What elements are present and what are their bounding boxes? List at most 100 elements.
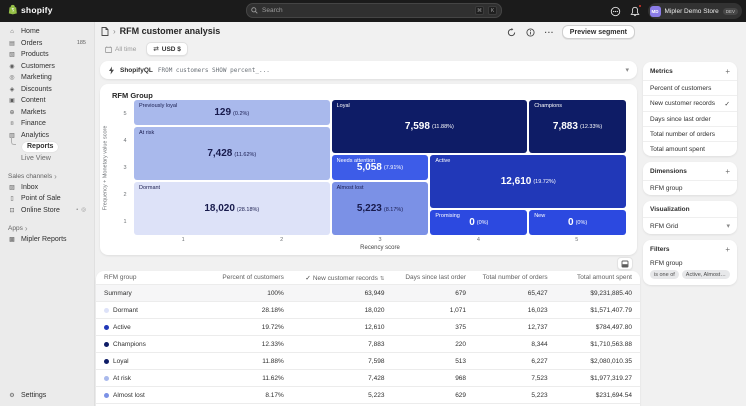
x-tick: 3 [331, 237, 429, 243]
sidebar-item-inbox[interactable]: ▨Inbox [0, 182, 94, 194]
treemap-block-dormant[interactable]: Dormant18,020(28.18%) [134, 182, 330, 235]
search-input[interactable]: Search ⌘ K [246, 3, 502, 18]
table-row-at-risk[interactable]: At risk11.62%7,4289687,523$1,977,319.27 [96, 370, 640, 387]
info-icon[interactable] [524, 26, 537, 39]
store-menu[interactable]: MD Mipler Demo Store DEV [648, 3, 742, 19]
table-row-almost-lost[interactable]: Almost lost8.17%5,2236295,223$231,694.54 [96, 387, 640, 404]
date-range-filter[interactable]: All time [101, 44, 140, 55]
filter-pills: is one of Active, Almost lost, A... [643, 270, 737, 285]
block-value-group: 5,058(7.91%) [332, 155, 429, 180]
block-percent: (7.91%) [384, 165, 403, 171]
shopifyql-label: ShopifyQL [120, 67, 153, 74]
mipler-reports-icon: ▩ [8, 236, 16, 243]
row-label: Champions [113, 341, 146, 348]
table-row-active[interactable]: Active19.72%12,61037512,737$784,497.80 [96, 319, 640, 336]
shopify-logo[interactable]: shopify [8, 4, 53, 15]
sidebar-sales-nav: ▨Inbox▯Point of Sale⊡Online Store•◎ [0, 182, 94, 217]
visualization-card: Visualization RFM Grid ▾ [643, 201, 737, 234]
sidebar-item-markets[interactable]: ⊕Markets [0, 107, 94, 119]
metric-item-total-number-of-orders[interactable]: Total number of orders [643, 126, 737, 141]
column-header-days-since-last-order[interactable]: Days since last order [392, 274, 474, 281]
sidebar-item-label: Marketing [21, 74, 52, 81]
column-header-total-amount-spent[interactable]: Total amount spent [556, 274, 640, 281]
sidebar-item-marketing[interactable]: ◎Marketing [0, 72, 94, 84]
download-icon [621, 260, 629, 268]
block-percent: (8.17%) [384, 207, 403, 213]
treemap-block-promising[interactable]: Promising0(0%) [430, 210, 527, 235]
column-header-total-number-of-orders[interactable]: Total number of orders [474, 274, 556, 281]
sidebar-item-online-store[interactable]: ⊡Online Store•◎ [0, 205, 94, 217]
chat-icon[interactable] [610, 5, 622, 17]
chevron-down-icon[interactable]: ▾ [625, 66, 629, 74]
sidebar-item-products[interactable]: ▧Products [0, 49, 94, 61]
dimension-item-rfm-group[interactable]: RFM group [643, 180, 737, 195]
add-metric-button[interactable]: + [725, 67, 730, 76]
filters-header: Filters + [643, 240, 737, 258]
content-icon: ▣ [8, 97, 16, 104]
table-row-summary[interactable]: Summary100%63,94967965,427$9,231,885.40 [96, 285, 640, 302]
treemap-block-needs-attention[interactable]: Needs attention5,058(7.91%) [332, 155, 429, 180]
sidebar-item-reports[interactable]: Reports [0, 141, 94, 153]
group-color-dot [104, 308, 109, 313]
topbar-right: MD Mipler Demo Store DEV [610, 3, 742, 19]
treemap-block-previously-loyal[interactable]: Previously loyal129(0.2%) [134, 100, 330, 125]
currency-filter[interactable]: ⇄ USD $ [146, 42, 188, 56]
treemap-block-champions[interactable]: Champions7,883(12.33%) [529, 100, 626, 153]
y-axis-label: Frequency + Monetary value score [103, 101, 113, 236]
treemap-block-active[interactable]: Active12,610(19.72%) [430, 155, 626, 208]
export-table-button[interactable] [617, 257, 633, 270]
sidebar-item-content[interactable]: ▣Content [0, 95, 94, 107]
finance-icon: ¤ [8, 121, 16, 127]
visualization-select[interactable]: RFM Grid ▾ [643, 217, 737, 234]
metric-item-total-amount-spent[interactable]: Total amount spent [643, 141, 737, 156]
row-cell: 65,427 [474, 290, 556, 297]
treemap-block-almost-lost[interactable]: Almost lost5,223(8.17%) [332, 182, 429, 235]
shopifyql-bar[interactable]: ShopifyQL FROM customers SHOW percent_..… [100, 61, 637, 79]
calendar-icon [105, 46, 112, 53]
preview-segment-button[interactable]: Preview segment [562, 25, 635, 39]
treemap-block-at-risk[interactable]: At risk7,428(11.62%) [134, 127, 330, 180]
sidebar-item-home[interactable]: ⌂Home [0, 26, 94, 38]
sidebar-item-finance[interactable]: ¤Finance [0, 118, 94, 130]
main-content: › RFM customer analysis ··· Preview segm… [95, 22, 643, 406]
table-row-loyal[interactable]: Loyal11.88%7,5985136,227$2,080,010.35 [96, 353, 640, 370]
table-row-champions[interactable]: Champions12.33%7,8832208,344$1,710,563.8… [96, 336, 640, 353]
check-icon: ✓ [305, 275, 310, 282]
sidebar-section-sales-channels[interactable]: Sales channels › [0, 171, 94, 182]
sidebar-item-point-of-sale[interactable]: ▯Point of Sale [0, 193, 94, 205]
y-axis-ticks: 54321 [120, 100, 130, 235]
column-label: Days since last order [405, 274, 466, 281]
sidebar-item-live-view[interactable]: Live View [0, 153, 94, 164]
column-header-rfm-group[interactable]: RFM group [96, 274, 210, 281]
refresh-icon[interactable] [505, 26, 518, 39]
filters-title: Filters [650, 246, 670, 253]
metric-item-days-since-last-order[interactable]: Days since last order [643, 111, 737, 126]
row-cell: 16,023 [474, 307, 556, 314]
eye-icon[interactable]: ◎ [81, 207, 86, 213]
column-header-percent-of-customers[interactable]: Percent of customers [210, 274, 292, 281]
gear-icon: ⚙ [8, 392, 16, 399]
sort-icon[interactable]: ⇅ [380, 276, 385, 282]
treemap-block-loyal[interactable]: Loyal7,598(11.88%) [332, 100, 528, 153]
row-label: Summary [104, 290, 132, 297]
sidebar-item-customers[interactable]: ◉Customers [0, 61, 94, 73]
add-dimension-button[interactable]: + [725, 167, 730, 176]
metric-item-new-customer-records[interactable]: New customer records✓ [643, 95, 737, 111]
block-value-group: 7,598(11.88%) [332, 100, 528, 153]
sidebar-item-discounts[interactable]: ◈Discounts [0, 84, 94, 96]
filter-value-pill[interactable]: Active, Almost lost, A... [682, 270, 730, 279]
metric-item-percent-of-customers[interactable]: Percent of customers [643, 80, 737, 95]
filter-operator-pill[interactable]: is one of [650, 270, 679, 279]
notifications-bell-icon[interactable] [629, 5, 641, 17]
more-actions-icon[interactable]: ··· [543, 26, 556, 39]
sidebar-section-apps[interactable]: Apps › [0, 223, 94, 234]
sidebar-item-settings[interactable]: ⚙ Settings [0, 390, 94, 402]
column-label: New customer records [313, 275, 378, 282]
column-header-new-customer-records[interactable]: ✓New customer records⇅ [292, 274, 393, 282]
add-filter-button[interactable]: + [725, 245, 730, 254]
treemap-block-new[interactable]: New0(0%) [529, 210, 626, 235]
table-row-dormant[interactable]: Dormant28.18%18,0201,07116,023$1,571,407… [96, 302, 640, 319]
row-cell: 28.18% [210, 307, 292, 314]
sidebar-item-orders[interactable]: ▤Orders185 [0, 38, 94, 50]
sidebar-item-mipler-reports[interactable]: ▩Mipler Reports [0, 234, 94, 246]
